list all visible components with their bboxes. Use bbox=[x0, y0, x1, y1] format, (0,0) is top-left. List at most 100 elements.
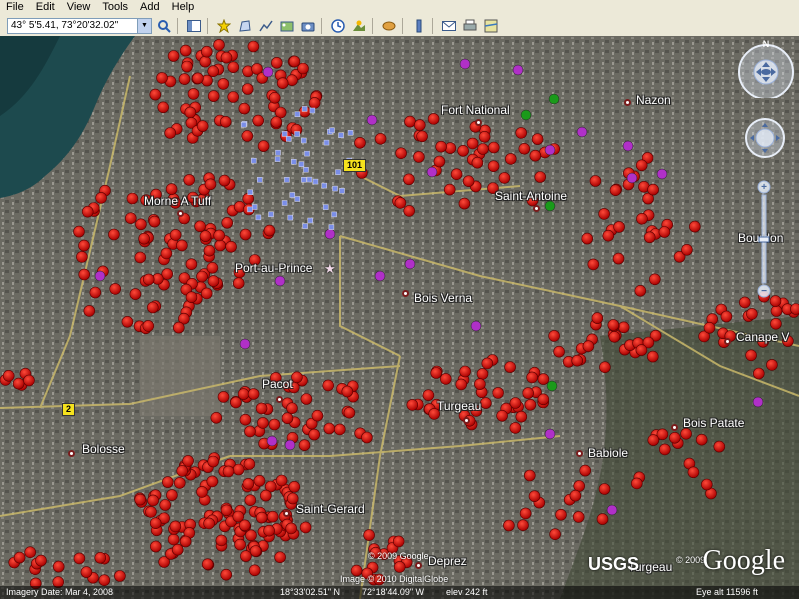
place-label-fort-national[interactable]: Fort National bbox=[441, 103, 510, 117]
damage-marker[interactable] bbox=[234, 538, 246, 551]
damage-marker[interactable] bbox=[192, 72, 204, 85]
damage-marker[interactable] bbox=[354, 137, 366, 149]
damage-marker[interactable] bbox=[145, 506, 157, 518]
damage-marker[interactable] bbox=[713, 440, 726, 453]
blue-marker[interactable] bbox=[240, 121, 247, 128]
place-dot-nazon[interactable] bbox=[624, 99, 631, 106]
add-path-button[interactable] bbox=[257, 17, 275, 35]
damage-marker[interactable] bbox=[129, 288, 142, 300]
compass-ring-icon[interactable]: N bbox=[736, 38, 796, 98]
damage-marker[interactable] bbox=[142, 320, 155, 332]
damage-marker[interactable] bbox=[247, 40, 260, 53]
damage-marker[interactable] bbox=[363, 529, 375, 541]
damage-marker[interactable] bbox=[635, 159, 648, 172]
damage-marker[interactable] bbox=[80, 566, 93, 578]
damage-marker[interactable] bbox=[479, 397, 492, 409]
damage-marker[interactable] bbox=[476, 368, 489, 380]
damage-marker[interactable] bbox=[517, 519, 529, 532]
blue-marker[interactable] bbox=[274, 156, 281, 162]
ruler-button[interactable] bbox=[410, 17, 428, 35]
blue-marker[interactable] bbox=[255, 214, 262, 221]
purple-marker[interactable] bbox=[366, 114, 378, 126]
damage-marker[interactable] bbox=[169, 229, 182, 241]
damage-marker[interactable] bbox=[98, 574, 111, 587]
damage-marker[interactable] bbox=[612, 252, 625, 265]
add-polygon-button[interactable] bbox=[236, 17, 254, 35]
damage-marker[interactable] bbox=[134, 251, 147, 264]
blue-marker[interactable] bbox=[302, 223, 308, 229]
damage-marker[interactable] bbox=[255, 511, 268, 524]
damage-marker[interactable] bbox=[422, 389, 435, 402]
menu-add[interactable]: Add bbox=[134, 0, 166, 15]
damage-marker[interactable] bbox=[247, 388, 260, 400]
damage-marker[interactable] bbox=[471, 156, 484, 169]
blue-marker[interactable] bbox=[257, 177, 263, 183]
damage-marker[interactable] bbox=[218, 174, 231, 187]
damage-marker[interactable] bbox=[114, 570, 126, 582]
purple-marker[interactable] bbox=[544, 428, 556, 440]
damage-marker[interactable] bbox=[430, 367, 443, 379]
damage-marker[interactable] bbox=[770, 317, 782, 330]
place-dot-deprez[interactable] bbox=[415, 562, 422, 569]
damage-marker[interactable] bbox=[537, 393, 550, 406]
purple-marker[interactable] bbox=[459, 58, 471, 70]
damage-marker[interactable] bbox=[393, 561, 406, 573]
damage-marker[interactable] bbox=[176, 465, 188, 477]
blue-marker[interactable] bbox=[301, 106, 308, 112]
damage-marker[interactable] bbox=[599, 361, 611, 374]
blue-marker[interactable] bbox=[275, 149, 281, 156]
blue-marker[interactable] bbox=[329, 127, 335, 134]
damage-marker[interactable] bbox=[176, 239, 188, 252]
damage-marker[interactable] bbox=[239, 228, 252, 241]
blue-marker[interactable] bbox=[331, 211, 337, 218]
purple-marker[interactable] bbox=[262, 66, 274, 78]
damage-marker[interactable] bbox=[518, 143, 531, 155]
damage-marker[interactable] bbox=[204, 178, 217, 191]
move-navigation-control[interactable] bbox=[743, 116, 787, 160]
damage-marker[interactable] bbox=[108, 228, 120, 241]
damage-marker[interactable] bbox=[213, 229, 225, 242]
place-label-babiole[interactable]: Babiole bbox=[588, 446, 628, 460]
blue-marker[interactable] bbox=[301, 177, 307, 183]
purple-marker[interactable] bbox=[544, 144, 556, 156]
damage-marker[interactable] bbox=[481, 357, 494, 370]
blue-marker[interactable] bbox=[294, 111, 301, 117]
damage-marker[interactable] bbox=[515, 410, 528, 423]
damage-marker[interactable] bbox=[157, 101, 169, 114]
damage-marker[interactable] bbox=[608, 330, 621, 343]
damage-marker[interactable] bbox=[573, 480, 586, 492]
menu-file[interactable]: File bbox=[0, 0, 30, 15]
chevron-down-icon[interactable]: ▼ bbox=[137, 18, 151, 33]
damage-marker[interactable] bbox=[268, 418, 281, 431]
damage-marker[interactable] bbox=[203, 517, 215, 530]
damage-marker[interactable] bbox=[207, 65, 219, 78]
zoom-slider-track[interactable]: + − bbox=[756, 179, 772, 299]
damage-marker[interactable] bbox=[466, 137, 479, 150]
damage-marker[interactable] bbox=[76, 251, 88, 263]
damage-marker[interactable] bbox=[413, 151, 425, 163]
damage-marker[interactable] bbox=[225, 241, 237, 253]
damage-marker[interactable] bbox=[433, 155, 446, 168]
menu-edit[interactable]: Edit bbox=[30, 0, 61, 15]
damage-marker[interactable] bbox=[528, 490, 541, 503]
damage-marker[interactable] bbox=[270, 56, 283, 69]
blue-marker[interactable] bbox=[281, 131, 288, 137]
damage-marker[interactable] bbox=[199, 55, 211, 68]
damage-marker[interactable] bbox=[688, 220, 701, 233]
damage-marker[interactable] bbox=[416, 130, 428, 143]
damage-marker[interactable] bbox=[149, 517, 162, 530]
damage-marker[interactable] bbox=[174, 477, 186, 489]
hand-pan-icon[interactable] bbox=[743, 116, 787, 160]
damage-marker[interactable] bbox=[222, 465, 235, 478]
damage-marker[interactable] bbox=[458, 197, 471, 210]
damage-marker[interactable] bbox=[519, 507, 532, 520]
place-label-saint-gerard[interactable]: Saint-Gerard bbox=[296, 502, 365, 516]
menu-tools[interactable]: Tools bbox=[96, 0, 134, 15]
damage-marker[interactable] bbox=[435, 140, 447, 153]
damage-marker[interactable] bbox=[219, 116, 232, 128]
blue-marker[interactable] bbox=[287, 214, 294, 221]
damage-marker[interactable] bbox=[199, 230, 212, 242]
damage-marker[interactable] bbox=[13, 551, 26, 564]
damage-marker[interactable] bbox=[496, 409, 508, 422]
email-button[interactable] bbox=[440, 17, 458, 35]
